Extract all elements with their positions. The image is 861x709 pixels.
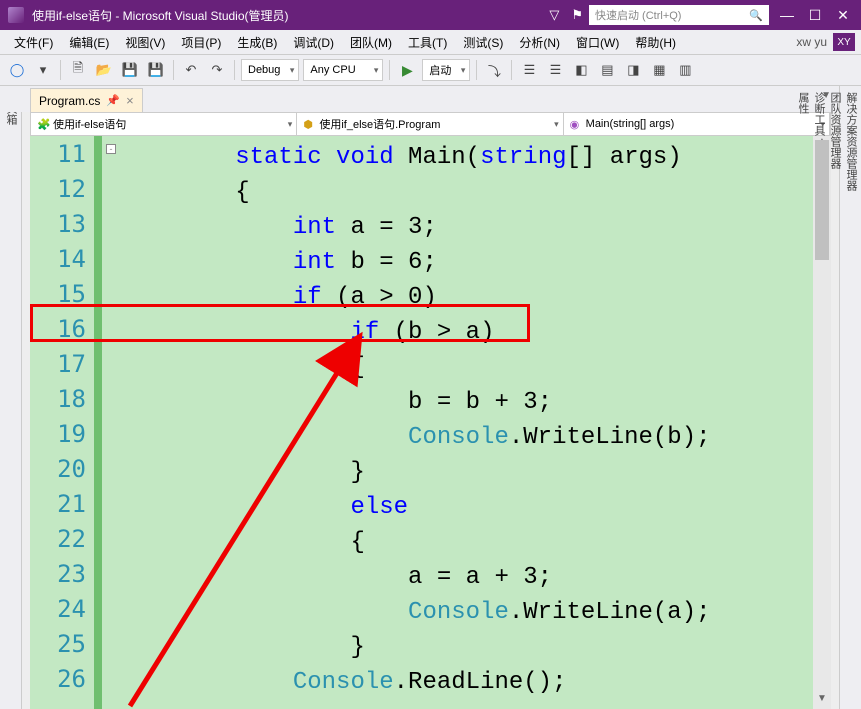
toolbox-panel-tab[interactable]: 工具箱: [0, 86, 22, 709]
menu-debug[interactable]: 调试(D): [285, 31, 342, 54]
user-badge[interactable]: XY: [833, 33, 855, 51]
save-button[interactable]: 💾: [119, 59, 141, 81]
window-title: 使用if-else语句 - Microsoft Visual Studio(管理…: [32, 7, 289, 24]
menu-window[interactable]: 窗口(W): [568, 31, 627, 54]
menu-project[interactable]: 项目(P): [173, 31, 229, 54]
line-number: 12: [36, 175, 86, 203]
run-button[interactable]: 启动: [422, 59, 470, 81]
line-number: 26: [36, 665, 86, 693]
scrollbar-thumb[interactable]: [815, 140, 829, 260]
outline-collapse-icon[interactable]: -: [106, 144, 116, 154]
line-number: 24: [36, 595, 86, 623]
menu-team[interactable]: 团队(M): [342, 31, 400, 54]
menu-view[interactable]: 视图(V): [117, 31, 173, 54]
quick-launch-placeholder: 快速启动 (Ctrl+Q): [595, 7, 681, 23]
search-icon: 🔍: [749, 9, 763, 22]
menu-tools[interactable]: 工具(T): [400, 31, 455, 54]
right-panel-tabs: 解决方案资源管理器 团队资源管理器 诊断工具 属性: [839, 86, 861, 709]
nav-class-combo[interactable]: ⬢使用if_else语句.Program: [297, 113, 563, 135]
maximize-button[interactable]: ☐: [805, 7, 825, 24]
comment-button[interactable]: ☰: [518, 59, 540, 81]
line-number: 20: [36, 455, 86, 483]
vs-logo-icon: [8, 7, 24, 23]
menu-analyze[interactable]: 分析(N): [511, 31, 568, 54]
nav-method-combo[interactable]: ◉Main(string[] args): [564, 113, 830, 135]
indent-button[interactable]: ▤: [596, 59, 618, 81]
line-number: 17: [36, 350, 86, 378]
nav-back-button[interactable]: ◯: [6, 59, 28, 81]
save-all-button[interactable]: 💾: [145, 59, 167, 81]
solution-explorer-tab[interactable]: 解决方案资源管理器: [843, 92, 859, 691]
open-button[interactable]: 📂: [93, 59, 115, 81]
code-area[interactable]: static void Main(string[] args) { int a …: [120, 136, 813, 709]
pin-icon[interactable]: 📌: [106, 94, 120, 107]
format-button[interactable]: ▥: [674, 59, 696, 81]
bookmark-button[interactable]: ◧: [570, 59, 592, 81]
step-button[interactable]: ⤵: [483, 59, 505, 81]
menu-help[interactable]: 帮助(H): [627, 31, 684, 54]
document-tabs: Program.cs 📌 ×: [0, 86, 861, 112]
title-bar: 使用if-else语句 - Microsoft Visual Studio(管理…: [0, 0, 861, 30]
line-number: 19: [36, 420, 86, 448]
line-number: 16: [36, 315, 86, 343]
outline-gutter: -: [102, 136, 120, 709]
line-number: 14: [36, 245, 86, 273]
vertical-scrollbar[interactable]: ▲ ▼: [813, 136, 831, 709]
notifications-icon[interactable]: ▽: [549, 7, 559, 23]
line-number: 25: [36, 630, 86, 658]
line-number: 15: [36, 280, 86, 308]
nav-fwd-button[interactable]: ▾: [32, 59, 54, 81]
menu-test[interactable]: 测试(S): [455, 31, 511, 54]
code-nav-bar: 🧩使用if-else语句 ⬢使用if_else语句.Program ◉Main(…: [30, 112, 831, 136]
line-number: 23: [36, 560, 86, 588]
uncomment-button[interactable]: ☰: [544, 59, 566, 81]
menu-build[interactable]: 生成(B): [229, 31, 285, 54]
tab-close-icon[interactable]: ×: [126, 93, 134, 108]
toolbar: ◯ ▾ 🗎 📂 💾 💾 ↶ ↷ Debug Any CPU ▶ 启动 ⤵ ☰ ☰…: [0, 54, 861, 86]
toggle-button[interactable]: ▦: [648, 59, 670, 81]
minimize-button[interactable]: —: [777, 7, 797, 23]
tab-label: Program.cs: [39, 94, 100, 108]
user-name[interactable]: xw yu: [796, 35, 827, 49]
platform-combo[interactable]: Any CPU: [303, 59, 383, 81]
redo-button[interactable]: ↷: [206, 59, 228, 81]
line-number: 21: [36, 490, 86, 518]
line-number: 11: [36, 140, 86, 168]
run-icon[interactable]: ▶: [396, 59, 418, 81]
scroll-down-icon[interactable]: ▼: [813, 693, 831, 709]
undo-button[interactable]: ↶: [180, 59, 202, 81]
close-button[interactable]: ✕: [833, 7, 853, 24]
feedback-icon[interactable]: ⚑: [571, 7, 583, 23]
config-combo[interactable]: Debug: [241, 59, 299, 81]
quick-launch-input[interactable]: 快速启动 (Ctrl+Q) 🔍: [589, 5, 769, 25]
line-number: 22: [36, 525, 86, 553]
menu-file[interactable]: 文件(F): [6, 31, 61, 54]
code-editor[interactable]: 11 12 13 14 15 16 17 18 19 20 21 22 23 2…: [30, 136, 831, 709]
menu-edit[interactable]: 编辑(E): [61, 31, 117, 54]
menu-bar: 文件(F) 编辑(E) 视图(V) 项目(P) 生成(B) 调试(D) 团队(M…: [0, 30, 861, 54]
new-project-button[interactable]: 🗎: [67, 59, 89, 81]
nav-scope-combo[interactable]: 🧩使用if-else语句: [31, 113, 297, 135]
line-number-gutter: 11 12 13 14 15 16 17 18 19 20 21 22 23 2…: [30, 136, 94, 709]
line-number: 13: [36, 210, 86, 238]
outdent-button[interactable]: ◨: [622, 59, 644, 81]
line-number: 18: [36, 385, 86, 413]
tab-program-cs[interactable]: Program.cs 📌 ×: [30, 88, 143, 112]
change-indicator: [94, 136, 102, 709]
